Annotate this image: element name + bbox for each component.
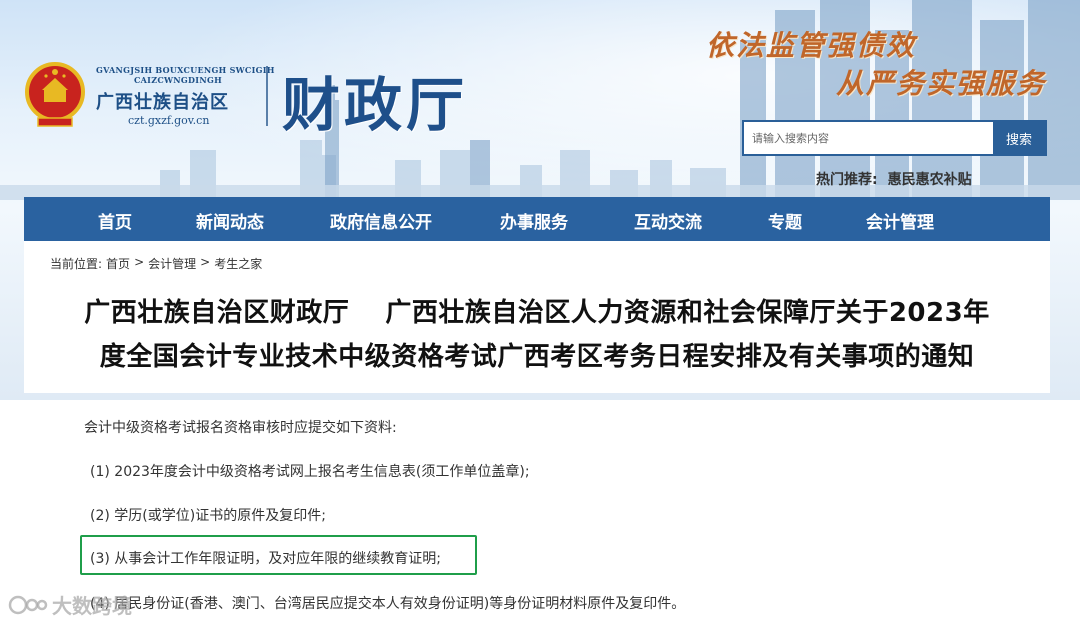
nav-item-news[interactable]: 新闻动态 bbox=[196, 208, 264, 233]
hot-recommendations: 热门推荐: 惠民惠农补贴 bbox=[816, 169, 972, 189]
article-intro: 会计中级资格考试报名资格审核时应提交如下资料: bbox=[84, 420, 397, 436]
nav-item-interaction[interactable]: 互动交流 bbox=[634, 208, 702, 233]
article-header-panel: 当前位置: 首页 > 会计管理 > 考生之家 广西壮族自治区财政厅 广西壮族自治… bbox=[24, 241, 1050, 393]
site-name-roman-line-2: CAIZCWNGDINGH bbox=[134, 75, 222, 85]
watermark: 大数跨境 bbox=[8, 590, 132, 619]
logo-divider bbox=[266, 66, 268, 126]
watermark-logo-icon bbox=[8, 595, 48, 614]
article-item-2: (2) 学历(或学位)证书的原件及复印件; bbox=[90, 508, 326, 524]
article-title-line-2: 度全国会计专业技术中级资格考试广西考区考务日程安排及有关事项的通知 bbox=[99, 342, 975, 372]
breadcrumb-item-candidates[interactable]: 考生之家 bbox=[214, 255, 262, 272]
site-region-name: 广西壮族自治区 bbox=[96, 92, 229, 113]
breadcrumb-item-home[interactable]: 首页 bbox=[106, 255, 130, 272]
hot-link[interactable]: 惠民惠农补贴 bbox=[888, 169, 972, 189]
breadcrumb: 当前位置: 首页 > 会计管理 > 考生之家 bbox=[50, 255, 262, 272]
nav-item-gov-info[interactable]: 政府信息公开 bbox=[330, 208, 432, 233]
hot-label: 热门推荐: bbox=[816, 172, 878, 188]
department-name: 财政厅 bbox=[282, 71, 469, 139]
breadcrumb-separator: > bbox=[200, 255, 211, 269]
nav-item-home[interactable]: 首页 bbox=[98, 208, 132, 233]
watermark-text: 大数跨境 bbox=[52, 594, 132, 618]
nav-item-accounting[interactable]: 会计管理 bbox=[866, 208, 934, 233]
article-title-line-1: 广西壮族自治区财政厅 广西壮族自治区人力资源和社会保障厅关于2023年 bbox=[84, 298, 990, 328]
breadcrumb-prefix: 当前位置: bbox=[50, 257, 103, 271]
article-item-1: (1) 2023年度会计中级资格考试网上报名考生信息表(须工作单位盖章); bbox=[90, 464, 530, 480]
article-title: 广西壮族自治区财政厅 广西壮族自治区人力资源和社会保障厅关于2023年 度全国会… bbox=[24, 291, 1050, 379]
search-button[interactable]: 搜索 bbox=[993, 122, 1045, 154]
nav-item-topics[interactable]: 专题 bbox=[768, 208, 802, 233]
slogan-line-2: 从严务实强服务 bbox=[836, 67, 1047, 100]
site-name-roman-line-1: GVANGJSIH BOUXCUENGH SWCIGIH bbox=[96, 65, 275, 75]
article-item-4: (4) 居民身份证(香港、澳门、台湾居民应提交本人有效身份证明)等身份证明材料原… bbox=[90, 596, 686, 612]
nav-item-services[interactable]: 办事服务 bbox=[500, 208, 568, 233]
article-item-3: (3) 从事会计工作年限证明，及对应年限的继续教育证明; bbox=[90, 551, 441, 567]
breadcrumb-item-accounting[interactable]: 会计管理 bbox=[148, 255, 196, 272]
slogan-line-1: 依法监管强债效 bbox=[706, 29, 917, 62]
site-header-banner: GVANGJSIH BOUXCUENGH SWCIGIH CAIZCWNGDIN… bbox=[0, 0, 1080, 400]
main-navigation: 首页 新闻动态 政府信息公开 办事服务 互动交流 专题 会计管理 bbox=[24, 197, 1050, 241]
breadcrumb-separator: > bbox=[134, 255, 145, 269]
site-domain: czt.gxzf.gov.cn bbox=[128, 114, 210, 127]
search-input[interactable] bbox=[744, 122, 993, 154]
national-emblem-icon bbox=[25, 62, 85, 127]
search-form: 搜索 bbox=[742, 120, 1047, 156]
